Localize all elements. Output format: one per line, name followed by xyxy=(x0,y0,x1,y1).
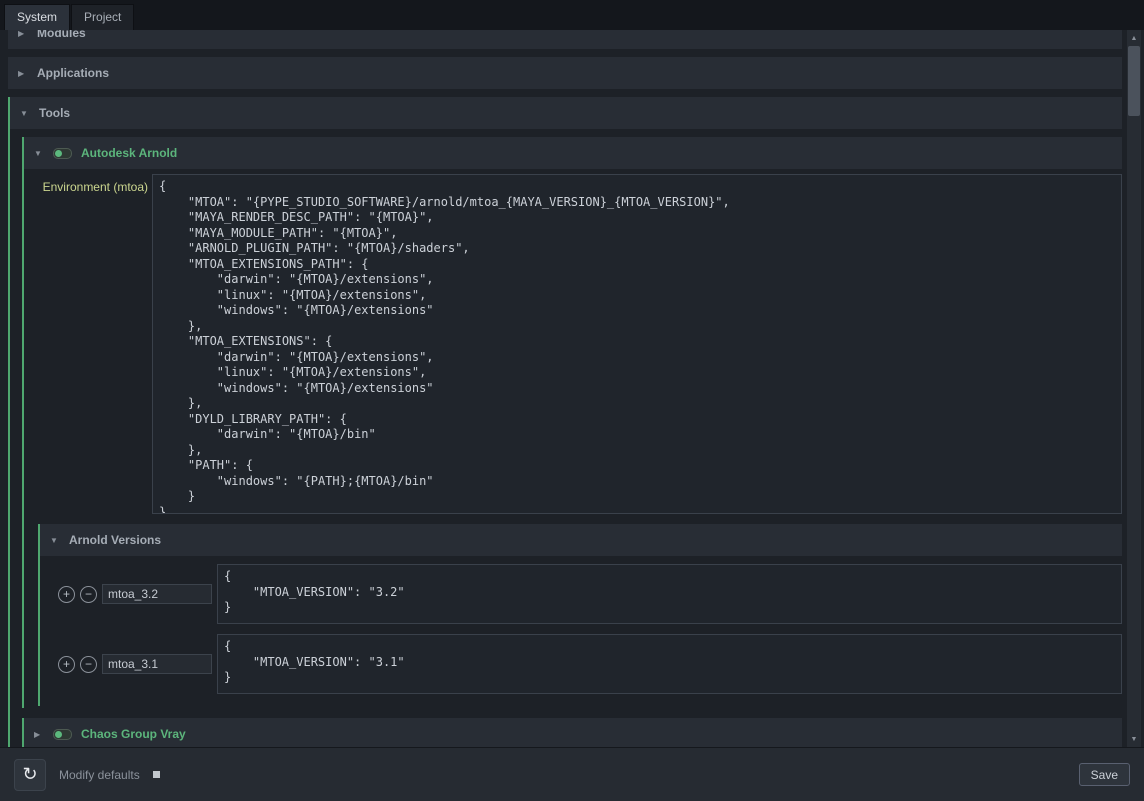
tool-enabled-toggle[interactable] xyxy=(53,148,72,159)
group-autodesk-arnold-header[interactable]: ▼ Autodesk Arnold xyxy=(24,137,1122,169)
version-name-input[interactable] xyxy=(102,584,212,604)
refresh-button[interactable]: ↻ xyxy=(14,759,46,791)
group-autodesk-arnold-body: Environment (mtoa) { "MTOA": "{PYPE_STUD… xyxy=(24,169,1122,708)
section-applications-header[interactable]: ▶ Applications xyxy=(8,57,1122,89)
section-tools-title: Tools xyxy=(39,106,70,120)
group-chaos-group-vray: ▶ Chaos Group Vray xyxy=(22,718,1122,747)
section-arnold-versions-body: + − { "MTOA_VERSION": "3.2" } + − xyxy=(40,556,1122,706)
add-version-button[interactable]: + xyxy=(58,656,75,673)
modify-defaults-label: Modify defaults xyxy=(59,768,140,782)
section-modules: ▶ Modules xyxy=(8,30,1122,49)
collapsed-arrow-icon: ▶ xyxy=(34,730,44,739)
section-arnold-versions: ▼ Arnold Versions + − { "MTOA_VERSION": … xyxy=(38,524,1122,706)
section-arnold-versions-title: Arnold Versions xyxy=(69,533,161,547)
version-env-editor[interactable]: { "MTOA_VERSION": "3.2" } xyxy=(217,564,1122,624)
section-arnold-versions-header[interactable]: ▼ Arnold Versions xyxy=(40,524,1122,556)
environment-row: Environment (mtoa) { "MTOA": "{PYPE_STUD… xyxy=(24,174,1122,514)
collapsed-arrow-icon: ▶ xyxy=(18,69,28,78)
remove-version-button[interactable]: − xyxy=(80,656,97,673)
section-tools: ▼ Tools ▼ Autodesk Arnold Environment (m… xyxy=(8,97,1122,747)
tab-project[interactable]: Project xyxy=(71,4,134,30)
version-name-input[interactable] xyxy=(102,654,212,674)
expanded-arrow-icon: ▼ xyxy=(50,536,60,545)
expanded-arrow-icon: ▼ xyxy=(20,109,30,118)
section-modules-title: Modules xyxy=(37,30,86,40)
scrollbar-thumb[interactable] xyxy=(1128,46,1140,116)
collapsed-arrow-icon: ▶ xyxy=(18,30,28,38)
scroll-up-icon[interactable]: ▲ xyxy=(1127,31,1141,45)
expanded-arrow-icon: ▼ xyxy=(34,149,44,158)
group-chaos-group-vray-header[interactable]: ▶ Chaos Group Vray xyxy=(24,718,1122,747)
version-row: + − { "MTOA_VERSION": "3.2" } xyxy=(58,564,1122,624)
settings-window: System Project ▶ Modules ▶ Applications … xyxy=(0,0,1144,801)
section-applications-title: Applications xyxy=(37,66,109,80)
save-button[interactable]: Save xyxy=(1079,763,1130,786)
group-chaos-group-vray-title: Chaos Group Vray xyxy=(81,727,186,741)
add-version-button[interactable]: + xyxy=(58,586,75,603)
section-tools-body: ▼ Autodesk Arnold Environment (mtoa) { "… xyxy=(10,129,1122,747)
footer-bar: ↻ Modify defaults Save xyxy=(0,747,1144,801)
environment-label: Environment (mtoa) xyxy=(24,174,152,194)
remove-version-button[interactable]: − xyxy=(80,586,97,603)
version-row: + − { "MTOA_VERSION": "3.1" } xyxy=(58,634,1122,694)
section-modules-header[interactable]: ▶ Modules xyxy=(8,30,1122,49)
tab-bar: System Project xyxy=(0,0,1144,30)
vertical-scrollbar[interactable]: ▲ ▼ xyxy=(1127,30,1141,747)
modify-defaults-checkbox[interactable] xyxy=(153,771,160,778)
version-env-editor[interactable]: { "MTOA_VERSION": "3.1" } xyxy=(217,634,1122,694)
refresh-icon: ↻ xyxy=(22,764,37,785)
settings-scroll-area: ▶ Modules ▶ Applications ▼ Tools ▼ xyxy=(0,30,1126,747)
section-tools-header[interactable]: ▼ Tools xyxy=(10,97,1122,129)
section-applications: ▶ Applications xyxy=(8,57,1122,89)
group-autodesk-arnold-title: Autodesk Arnold xyxy=(81,146,177,160)
environment-editor[interactable]: { "MTOA": "{PYPE_STUDIO_SOFTWARE}/arnold… xyxy=(152,174,1122,514)
group-autodesk-arnold: ▼ Autodesk Arnold Environment (mtoa) { "… xyxy=(22,137,1122,708)
tool-enabled-toggle[interactable] xyxy=(53,729,72,740)
scroll-down-icon[interactable]: ▼ xyxy=(1127,732,1141,746)
tab-system[interactable]: System xyxy=(4,4,70,30)
